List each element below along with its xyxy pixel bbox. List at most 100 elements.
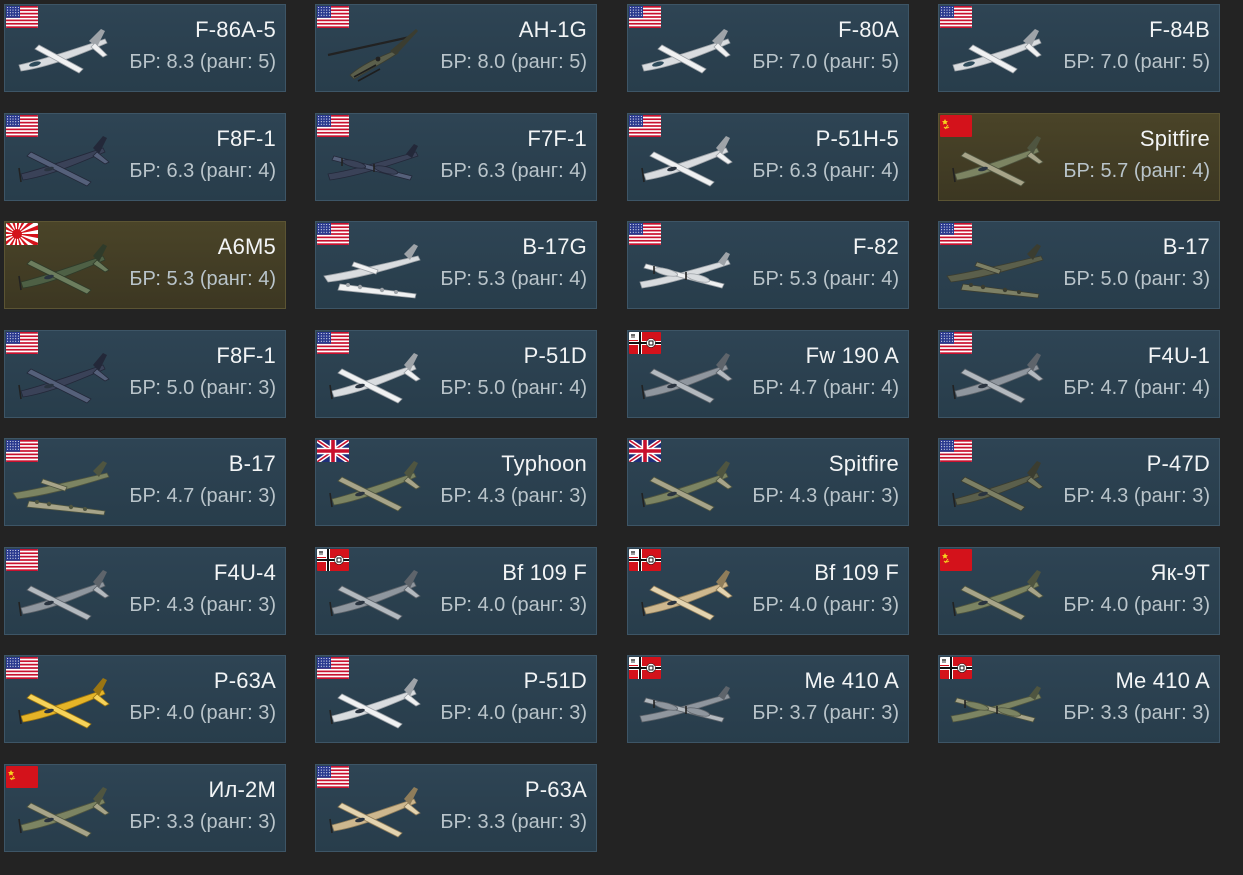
battle-rating: БР: 4.3 (ранг: 3) (1063, 485, 1210, 507)
vehicle-name: F7F-1 (527, 126, 587, 151)
vehicle-card[interactable]: F8F-1 БР: 6.3 (ранг: 4) (4, 113, 286, 201)
battle-rating: БР: 3.3 (ранг: 3) (129, 811, 276, 833)
vehicle-card[interactable]: Bf 109 F БР: 4.0 (ранг: 3) (627, 547, 909, 635)
vehicle-card[interactable]: F-84B БР: 7.0 (ранг: 5) (938, 4, 1220, 92)
vehicle-name: Як-9Т (1150, 560, 1210, 585)
vehicle-card[interactable]: P-63A БР: 4.0 (ранг: 3) (4, 655, 286, 743)
battle-rating: БР: 4.7 (ранг: 3) (129, 485, 276, 507)
vehicle-name: P-51H-5 (815, 126, 899, 151)
vehicle-card[interactable]: P-51D БР: 4.0 (ранг: 3) (315, 655, 597, 743)
vehicle-name: P-47D (1146, 451, 1210, 476)
battle-rating: БР: 4.3 (ранг: 3) (440, 485, 587, 507)
battle-rating: БР: 8.0 (ранг: 5) (440, 51, 587, 73)
battle-rating: БР: 5.3 (ранг: 4) (129, 268, 276, 290)
vehicle-name: Spitfire (828, 451, 899, 476)
vehicle-card[interactable]: Me 410 A БР: 3.7 (ранг: 3) (627, 655, 909, 743)
battle-rating: БР: 4.0 (ранг: 3) (440, 594, 587, 616)
vehicle-card[interactable]: B-17 БР: 4.7 (ранг: 3) (4, 438, 286, 526)
vehicle-card[interactable]: P-47D БР: 4.3 (ранг: 3) (938, 438, 1220, 526)
battle-rating: БР: 5.0 (ранг: 4) (440, 377, 587, 399)
battle-rating: БР: 6.3 (ранг: 4) (752, 160, 899, 182)
vehicle-card[interactable]: Spitfire БР: 4.3 (ранг: 3) (627, 438, 909, 526)
vehicle-card[interactable]: B-17 БР: 5.0 (ранг: 3) (938, 221, 1220, 309)
usa-flag-icon (940, 440, 972, 462)
vehicle-card[interactable]: F7F-1 БР: 6.3 (ранг: 4) (315, 113, 597, 201)
vehicle-name: A6M5 (217, 234, 276, 259)
vehicle-grid: F-86A-5 БР: 8.3 (ранг: 5) AH-1G БР: 8.0 (р… (0, 0, 1243, 875)
battle-rating: БР: 4.0 (ранг: 3) (129, 702, 276, 724)
vehicle-name: AH-1G (518, 17, 587, 42)
vehicle-name: P-63A (213, 668, 276, 693)
usa-flag-icon (629, 223, 661, 245)
usa-flag-icon (317, 657, 349, 679)
vehicle-name: Spitfire (1139, 126, 1210, 151)
battle-rating: БР: 4.7 (ранг: 4) (752, 377, 899, 399)
usa-flag-icon (317, 6, 349, 28)
battle-rating: БР: 3.7 (ранг: 3) (752, 702, 899, 724)
vehicle-card[interactable]: F8F-1 БР: 5.0 (ранг: 3) (4, 330, 286, 418)
battle-rating: БР: 4.0 (ранг: 3) (440, 702, 587, 724)
usa-flag-icon (6, 115, 38, 137)
uk-flag-icon (629, 440, 661, 462)
usa-flag-icon (317, 223, 349, 245)
vehicle-name: Typhoon (501, 451, 587, 476)
battle-rating: БР: 7.0 (ранг: 5) (752, 51, 899, 73)
vehicle-name: Me 410 A (1115, 668, 1210, 693)
vehicle-name: Fw 190 A (805, 343, 899, 368)
usa-flag-icon (6, 440, 38, 462)
usa-flag-icon (6, 6, 38, 28)
usa-flag-icon (6, 657, 38, 679)
vehicle-card[interactable]: P-51H-5 БР: 6.3 (ранг: 4) (627, 113, 909, 201)
battle-rating: БР: 8.3 (ранг: 5) (129, 51, 276, 73)
vehicle-card[interactable]: Fw 190 A БР: 4.7 (ранг: 4) (627, 330, 909, 418)
battle-rating: БР: 5.3 (ранг: 4) (752, 268, 899, 290)
usa-flag-icon (629, 115, 661, 137)
battle-rating: БР: 5.7 (ранг: 4) (1063, 160, 1210, 182)
ussr-flag-icon (6, 766, 38, 788)
vehicle-name: B-17 (228, 451, 276, 476)
usa-flag-icon (317, 766, 349, 788)
vehicle-card[interactable]: AH-1G БР: 8.0 (ранг: 5) (315, 4, 597, 92)
ussr-flag-icon (940, 549, 972, 571)
vehicle-name: B-17 (1162, 234, 1210, 259)
usa-flag-icon (940, 223, 972, 245)
battle-rating: БР: 7.0 (ранг: 5) (1063, 51, 1210, 73)
vehicle-card[interactable]: P-63A БР: 3.3 (ранг: 3) (315, 764, 597, 852)
germany-flag-icon (629, 332, 661, 354)
vehicle-card[interactable]: P-51D БР: 5.0 (ранг: 4) (315, 330, 597, 418)
battle-rating: БР: 4.0 (ранг: 3) (1063, 594, 1210, 616)
vehicle-card[interactable]: F4U-4 БР: 4.3 (ранг: 3) (4, 547, 286, 635)
vehicle-name: Ил-2М (208, 777, 276, 802)
battle-rating: БР: 5.0 (ранг: 3) (1063, 268, 1210, 290)
vehicle-name: P-63A (524, 777, 587, 802)
vehicle-name: F-86A-5 (195, 17, 276, 42)
vehicle-card[interactable]: F-82 БР: 5.3 (ранг: 4) (627, 221, 909, 309)
vehicle-name: B-17G (522, 234, 587, 259)
vehicle-card[interactable]: F-86A-5 БР: 8.3 (ранг: 5) (4, 4, 286, 92)
vehicle-name: F8F-1 (216, 126, 276, 151)
usa-flag-icon (6, 332, 38, 354)
battle-rating: БР: 3.3 (ранг: 3) (1063, 702, 1210, 724)
vehicle-card[interactable]: Як-9Т БР: 4.0 (ранг: 3) (938, 547, 1220, 635)
vehicle-card[interactable]: A6M5 БР: 5.3 (ранг: 4) (4, 221, 286, 309)
ussr-flag-icon (940, 115, 972, 137)
vehicle-card[interactable]: Bf 109 F БР: 4.0 (ранг: 3) (315, 547, 597, 635)
usa-flag-icon (940, 6, 972, 28)
vehicle-name: F8F-1 (216, 343, 276, 368)
vehicle-card[interactable]: Typhoon БР: 4.3 (ранг: 3) (315, 438, 597, 526)
vehicle-card[interactable]: Me 410 A БР: 3.3 (ранг: 3) (938, 655, 1220, 743)
germany-flag-icon (940, 657, 972, 679)
usa-flag-icon (317, 115, 349, 137)
battle-rating: БР: 6.3 (ранг: 4) (440, 160, 587, 182)
vehicle-card[interactable]: F4U-1 БР: 4.7 (ранг: 4) (938, 330, 1220, 418)
germany-flag-icon (629, 657, 661, 679)
vehicle-card[interactable]: Spitfire БР: 5.7 (ранг: 4) (938, 113, 1220, 201)
vehicle-card[interactable]: F-80A БР: 7.0 (ранг: 5) (627, 4, 909, 92)
usa-flag-icon (940, 332, 972, 354)
vehicle-name: Bf 109 F (814, 560, 899, 585)
vehicle-name: F-80A (838, 17, 899, 42)
vehicle-card[interactable]: Ил-2М БР: 3.3 (ранг: 3) (4, 764, 286, 852)
vehicle-card[interactable]: B-17G БР: 5.3 (ранг: 4) (315, 221, 597, 309)
battle-rating: БР: 4.3 (ранг: 3) (129, 594, 276, 616)
battle-rating: БР: 4.3 (ранг: 3) (752, 485, 899, 507)
